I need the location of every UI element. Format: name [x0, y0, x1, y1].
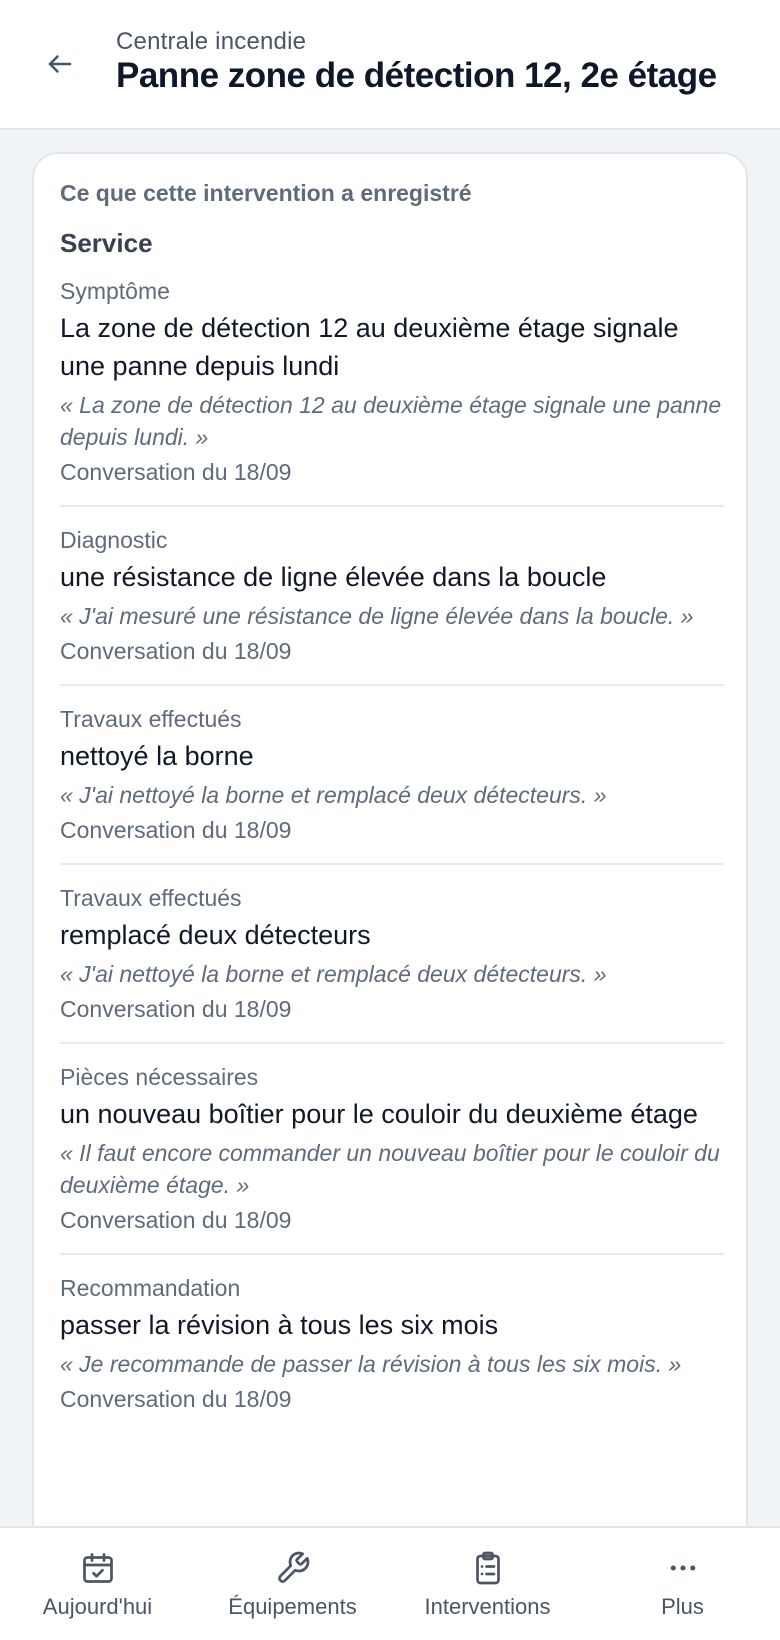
entry-label: Diagnostic: [60, 527, 168, 553]
intervention-record-card: Ce que cette intervention a enregistré S…: [32, 152, 748, 1632]
nav-label: Équipements: [228, 1594, 357, 1619]
entry-source[interactable]: Conversation du 18/09: [60, 815, 724, 845]
nav-item-more[interactable]: Plus: [585, 1528, 780, 1640]
card-heading: Ce que cette intervention a enregistré: [60, 180, 472, 206]
calendar-check-icon: [78, 1548, 118, 1588]
section-title: Service: [60, 228, 153, 258]
record-entries: Symptôme La zone de détection 12 au deux…: [60, 276, 724, 1432]
entry-quote: « J'ai mesuré une résistance de ligne él…: [60, 603, 694, 629]
record-entry-work-done: Travaux effectués remplacé deux détecteu…: [60, 863, 724, 1042]
nav-item-equipment[interactable]: Équipements: [195, 1528, 390, 1640]
top-bar: Centrale incendie Panne zone de détectio…: [0, 0, 780, 130]
entry-value: nettoyé la borne: [60, 741, 254, 771]
entry-source[interactable]: Conversation du 18/09: [60, 457, 724, 487]
app-screen: Centrale incendie Panne zone de détectio…: [0, 0, 780, 1640]
entry-label: Travaux effectués: [60, 706, 242, 732]
entry-label: Pièces nécessaires: [60, 1064, 259, 1090]
entry-source[interactable]: Conversation du 18/09: [60, 994, 724, 1024]
clipboard-list-icon: [468, 1548, 508, 1588]
entry-source[interactable]: Conversation du 18/09: [60, 1384, 724, 1414]
record-entry-symptom: Symptôme La zone de détection 12 au deux…: [60, 276, 724, 505]
entry-value: un nouveau boîtier pour le couloir du de…: [60, 1099, 698, 1129]
entry-source[interactable]: Conversation du 18/09: [60, 1205, 724, 1235]
nav-label: Interventions: [424, 1594, 551, 1619]
nav-label: Aujourd'hui: [42, 1594, 153, 1619]
entry-quote: « La zone de détection 12 au deuxième ét…: [60, 392, 722, 450]
entry-value: passer la révision à tous les six mois: [60, 1310, 499, 1340]
record-entry-recommendation: Recommandation passer la révision à tous…: [60, 1253, 724, 1432]
nav-item-today[interactable]: Aujourd'hui: [0, 1528, 195, 1640]
equipment-subtitle: Centrale incendie: [116, 28, 307, 55]
record-entry-parts-needed: Pièces nécessaires un nouveau boîtier po…: [60, 1042, 724, 1253]
record-entry-work-done: Travaux effectués nettoyé la borne « J'a…: [60, 684, 724, 863]
nav-label: Plus: [661, 1594, 704, 1619]
entry-value: remplacé deux détecteurs: [60, 920, 371, 950]
entry-source[interactable]: Conversation du 18/09: [60, 636, 724, 666]
entry-label: Symptôme: [60, 278, 170, 304]
nav-item-interventions[interactable]: Interventions: [390, 1528, 585, 1640]
entry-value: une résistance de ligne élevée dans la b…: [60, 562, 607, 592]
back-button[interactable]: [34, 38, 86, 90]
entry-quote: « Il faut encore commander un nouveau bo…: [60, 1140, 720, 1198]
wrench-icon: [273, 1548, 313, 1588]
entry-label: Recommandation: [60, 1275, 241, 1301]
entry-quote: « Je recommande de passer la révision à …: [60, 1351, 682, 1377]
more-horizontal-icon: [663, 1548, 703, 1588]
entry-label: Travaux effectués: [60, 885, 242, 911]
page-title: Panne zone de détection 12, 2e étage: [116, 56, 717, 95]
record-entry-diagnostic: Diagnostic une résistance de ligne élevé…: [60, 505, 724, 684]
entry-quote: « J'ai nettoyé la borne et remplacé deux…: [60, 961, 607, 987]
arrow-left-icon: [48, 55, 72, 73]
entry-quote: « J'ai nettoyé la borne et remplacé deux…: [60, 782, 607, 808]
bottom-navigation: Aujourd'hui Équipements Interventions Pl…: [0, 1526, 780, 1640]
entry-value: La zone de détection 12 au deuxième étag…: [60, 313, 679, 381]
